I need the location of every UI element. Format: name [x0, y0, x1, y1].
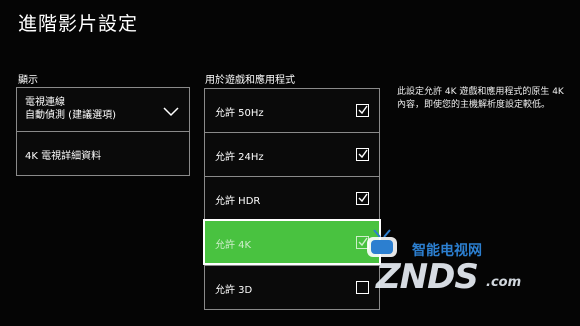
checkbox[interactable] — [356, 104, 369, 117]
tv-icon — [367, 229, 397, 257]
tv-connection-label: 電視連線 — [25, 97, 65, 108]
tv-connection-value: 自動偵測 (建議選項) — [25, 110, 116, 121]
option-allow-3d[interactable]: 允許 3D — [204, 265, 380, 310]
4k-tv-details-label: 4K 電視詳細資料 — [25, 151, 102, 162]
watermark-suffix-text: .com — [486, 275, 522, 290]
checkmark-icon — [358, 193, 368, 203]
page-title: 進階影片設定 — [18, 13, 139, 35]
tv-connection-dropdown[interactable]: 電視連線 自動偵測 (建議選項) — [16, 87, 190, 132]
4k-tv-details-button[interactable]: 4K 電視詳細資料 — [16, 131, 190, 176]
option-label: 允許 3D — [215, 285, 253, 296]
option-label: 允許 50Hz — [215, 108, 264, 119]
option-label: 允許 4K — [215, 240, 252, 251]
znds-watermark-logo: 智能电视网 ZNDS .com — [364, 228, 564, 298]
chevron-down-icon — [163, 102, 179, 121]
option-allow-24hz[interactable]: 允許 24Hz — [204, 132, 380, 177]
option-allow-4k[interactable]: 允許 4K — [203, 219, 381, 265]
display-section-label: 顯示 — [18, 75, 38, 86]
checkbox[interactable] — [356, 148, 369, 161]
option-label: 允許 HDR — [215, 196, 261, 207]
checkmark-icon — [358, 105, 368, 115]
option-allow-50hz[interactable]: 允許 50Hz — [204, 88, 380, 133]
watermark-main-text: ZNDS — [376, 257, 479, 297]
setting-description: 此設定允許 4K 遊戲和應用程式的原生 4K 內容，即使您的主機解析度設定較低。 — [397, 87, 564, 110]
option-label: 允許 24Hz — [215, 152, 264, 163]
checkmark-icon — [358, 149, 368, 159]
checkbox[interactable] — [356, 192, 369, 205]
option-allow-hdr[interactable]: 允許 HDR — [204, 176, 380, 221]
games-apps-section-label: 用於遊戲和應用程式 — [205, 75, 295, 86]
